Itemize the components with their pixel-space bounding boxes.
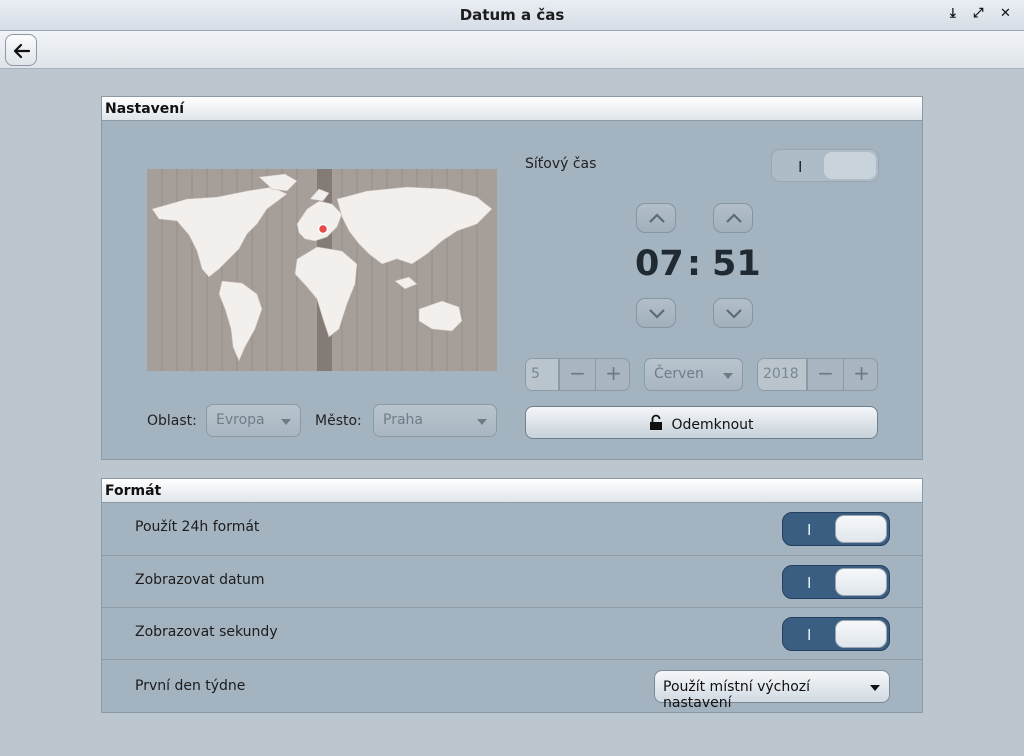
hours-up-button[interactable] [636, 203, 676, 233]
first-day-select[interactable]: Použít místní výchozí nastavení [654, 670, 890, 711]
day-value[interactable]: 5 [526, 359, 559, 390]
toggle-knob [824, 152, 876, 179]
chevron-down-icon [726, 309, 742, 319]
first-day-value: Použít místní výchozí nastavení [663, 679, 811, 711]
arrow-left-icon [13, 43, 31, 59]
window-title: Datum a čas [459, 6, 565, 24]
toggle-glyph: I [798, 158, 803, 176]
format-row-show-seconds: Zobrazovat sekundy I [102, 607, 922, 659]
day-plus-button[interactable]: + [595, 359, 631, 390]
year-value[interactable]: 2018 [758, 359, 807, 390]
chevron-down-icon [723, 373, 733, 379]
location-marker[interactable] [317, 223, 329, 235]
format-row-24h: Použít 24h formát I [102, 503, 922, 555]
window-titlebar: Datum a čas ⤓ ⤢ ✕ [0, 0, 1024, 31]
year-spinner[interactable]: 2018 − + [757, 358, 878, 391]
close-icon[interactable]: ✕ [1000, 6, 1011, 21]
content-area: Nastavení Oblast: Evropa Město: Praha Sí… [0, 69, 1024, 756]
toggle-glyph: I [807, 521, 812, 539]
region-label: Oblast: [147, 413, 197, 429]
network-time-label: Síťový čas [525, 156, 597, 172]
minutes-up-button[interactable] [713, 203, 753, 233]
toggle-knob [835, 515, 887, 543]
row-label: Zobrazovat sekundy [135, 624, 278, 640]
settings-header: Nastavení [102, 97, 922, 121]
minutes-down-button[interactable] [713, 298, 753, 328]
toggle-glyph: I [807, 574, 812, 592]
maximize-icon[interactable]: ⤢ [973, 6, 983, 21]
format-panel: Formát Použít 24h formát I Zobrazovat da… [101, 478, 923, 713]
chevron-down-icon [477, 419, 487, 425]
time-separator: : [687, 244, 701, 284]
toggle-knob [835, 568, 887, 596]
unlock-label: Odemknout [671, 417, 754, 433]
settings-panel: Nastavení Oblast: Evropa Město: Praha Sí… [101, 96, 923, 460]
chevron-down-icon [649, 309, 665, 319]
world-map[interactable] [147, 169, 497, 371]
format-header: Formát [102, 479, 922, 503]
month-select[interactable]: Červen [644, 358, 743, 391]
toggle-show-date[interactable]: I [782, 565, 890, 599]
format-rows: Použít 24h formát I Zobrazovat datum I Z… [102, 503, 922, 713]
minutes-display: 51 [712, 244, 761, 284]
chevron-down-icon [281, 419, 291, 425]
format-row-show-date: Zobrazovat datum I [102, 555, 922, 607]
month-value: Červen [654, 366, 704, 382]
toggle-glyph: I [807, 626, 812, 644]
toggle-show-seconds[interactable]: I [782, 617, 890, 651]
city-select[interactable]: Praha [373, 404, 497, 437]
row-label: První den týdne [135, 678, 246, 694]
region-value: Evropa [216, 412, 265, 428]
row-label: Zobrazovat datum [135, 572, 265, 588]
hours-display: 07 [635, 244, 684, 284]
format-row-first-day: První den týdne Použít místní výchozí na… [102, 659, 922, 713]
back-button[interactable] [5, 34, 37, 66]
day-minus-button[interactable]: − [559, 359, 595, 390]
world-map-graphic [147, 169, 497, 371]
year-plus-button[interactable]: + [843, 359, 879, 390]
day-spinner[interactable]: 5 − + [525, 358, 630, 391]
chevron-up-icon [726, 213, 742, 223]
chevron-up-icon [649, 213, 665, 223]
lock-open-icon [650, 414, 663, 430]
toggle-knob [835, 620, 887, 648]
toggle-24h-format[interactable]: I [782, 512, 890, 546]
unlock-button[interactable]: Odemknout [525, 406, 878, 439]
row-label: Použít 24h formát [135, 519, 260, 535]
city-label: Město: [315, 413, 362, 429]
caret-down-icon [870, 685, 880, 691]
city-value: Praha [383, 412, 423, 428]
region-select[interactable]: Evropa [206, 404, 301, 437]
toolbar [0, 31, 1024, 69]
minimize-icon[interactable]: ⤓ [950, 6, 956, 21]
hours-down-button[interactable] [636, 298, 676, 328]
year-minus-button[interactable]: − [807, 359, 843, 390]
network-time-toggle[interactable]: I [771, 149, 879, 182]
